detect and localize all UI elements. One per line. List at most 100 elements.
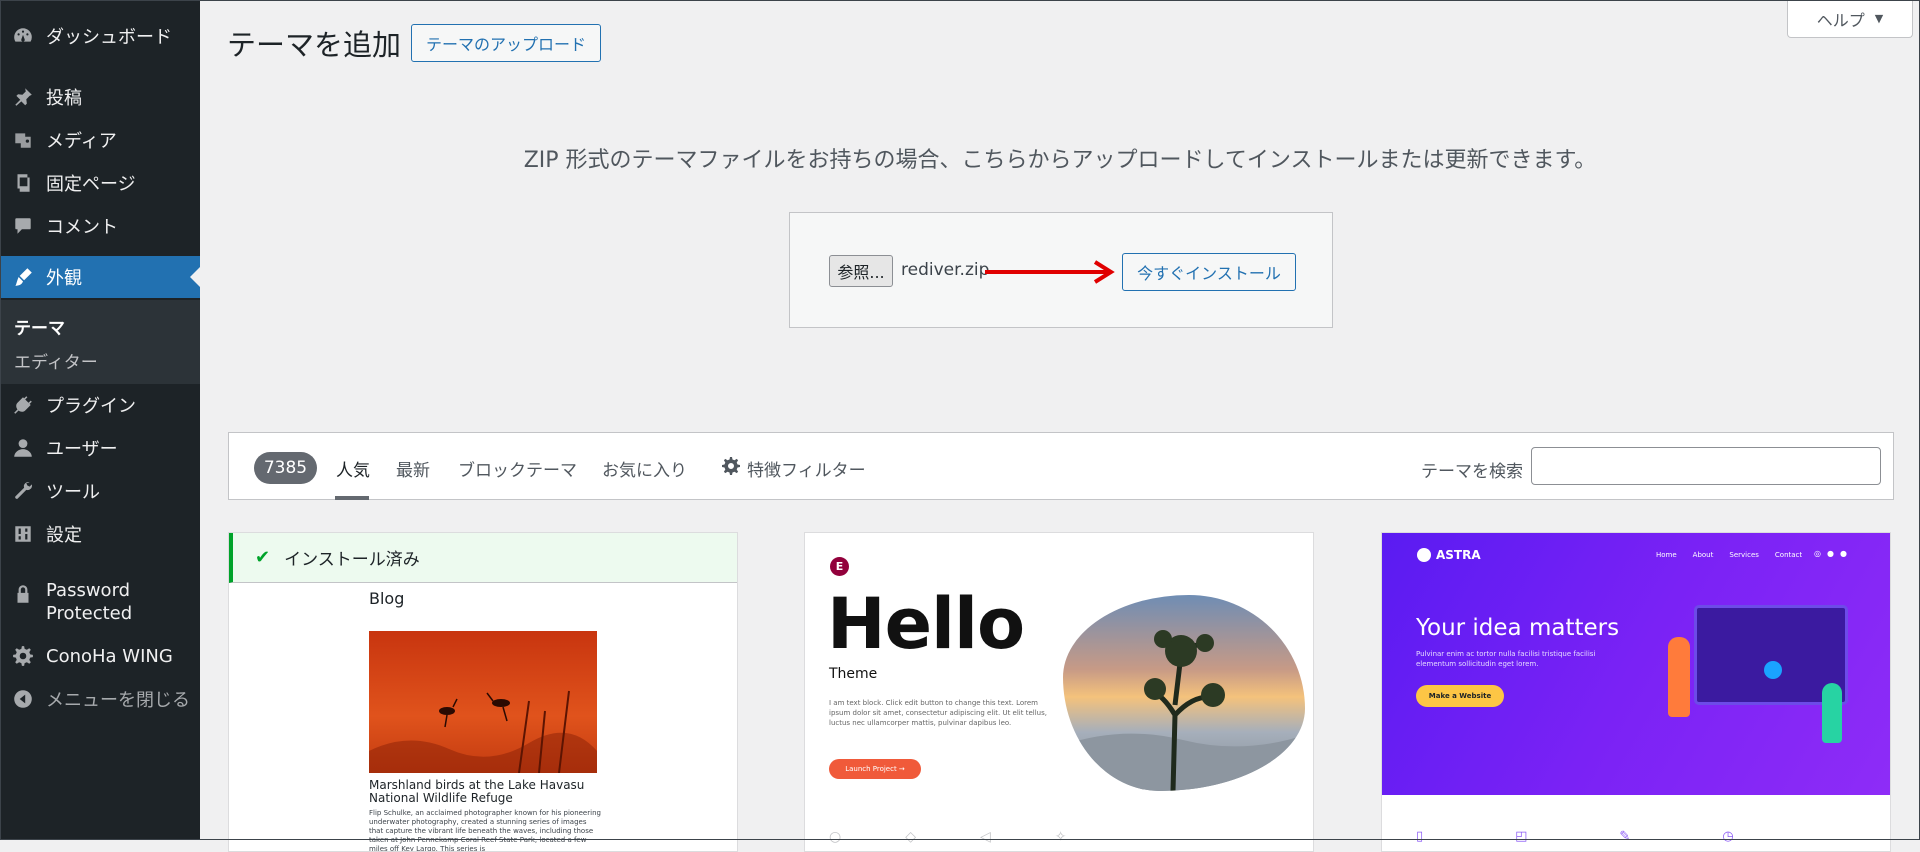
preview-nav: Home About Services Contact — [1656, 551, 1818, 559]
play-icon — [1764, 661, 1782, 679]
search-label: テーマを検索 — [1421, 462, 1523, 482]
checkmark-icon: ✔ — [255, 547, 271, 568]
gear-icon — [722, 457, 740, 475]
preview-title: Your idea matters — [1416, 615, 1620, 641]
sidebar-label: Password Protected — [46, 580, 133, 624]
sidebar-label: 投稿 — [46, 88, 82, 109]
sidebar-label: コメント — [46, 217, 118, 238]
brush-icon — [10, 264, 36, 290]
sidebar-item-settings[interactable]: 設定 — [0, 516, 200, 552]
theme-card-installed[interactable]: ✔ インストール済み Blog Marshland birds at the L… — [228, 532, 738, 852]
preview-image — [369, 631, 597, 774]
dashboard-icon — [10, 23, 36, 49]
sidebar-item-conoha-wing[interactable]: ConoHa WING — [0, 638, 200, 674]
gear-icon — [10, 643, 36, 669]
sidebar-item-password-protected[interactable]: Password Protected — [0, 579, 200, 631]
sidebar-label: ダッシュボード — [46, 27, 172, 48]
cactus-illustration — [1063, 630, 1305, 791]
installed-notice: ✔ インストール済み — [229, 533, 737, 583]
preview-button: Make a Website — [1416, 685, 1504, 707]
brand-name: ASTRA — [1436, 548, 1481, 562]
sidebar-collapse-button[interactable]: メニューを閉じる — [0, 681, 200, 717]
preview-feature-icons: ▯◰✎◷ — [1416, 829, 1826, 844]
preview-hero: ASTRA Home About Services Contact ◎●● Your … — [1382, 533, 1890, 795]
sidebar-item-comments[interactable]: コメント — [0, 208, 200, 244]
sidebar-label: 外観 — [46, 268, 82, 289]
comment-icon — [10, 213, 36, 239]
main-content: テーマを追加 テーマのアップロード ヘルプ ▼ ZIP 形式のテーマファイルをお… — [200, 0, 1920, 852]
pages-icon — [10, 170, 36, 196]
submenu-item-editor[interactable]: エディター — [14, 348, 98, 373]
tab-favorites[interactable]: お気に入り — [602, 456, 687, 481]
appearance-submenu: テーマ エディター — [0, 300, 200, 384]
upload-form: 参照... rediver.zip 今すぐインストール — [789, 212, 1333, 328]
preview-nav-item: About — [1692, 551, 1714, 559]
submenu-item-themes[interactable]: テーマ — [14, 314, 65, 339]
lock-icon — [10, 581, 36, 607]
theme-card-astra[interactable]: ASTRA Home About Services Contact ◎●● Your … — [1381, 532, 1891, 852]
selected-file-name: rediver.zip — [901, 260, 990, 280]
preview-caption: Marshland birds at the Lake Havasu Natio… — [369, 778, 585, 805]
upload-theme-button[interactable]: テーマのアップロード — [411, 24, 601, 62]
sidebar-label: ConoHa WING — [46, 645, 173, 667]
sidebar-label: プラグイン — [46, 396, 136, 417]
theme-card-hello[interactable]: E Hello Theme I am text block. Click edi… — [804, 532, 1314, 852]
birds-silhouette — [369, 690, 597, 774]
sidebar-item-pages[interactable]: 固定ページ — [0, 165, 200, 201]
preview-button: Launch Project → — [829, 759, 921, 779]
browse-file-button[interactable]: 参照... — [829, 255, 893, 287]
sidebar-item-plugins[interactable]: プラグイン — [0, 387, 200, 423]
pushpin-icon — [10, 84, 36, 110]
sidebar-item-media[interactable]: メディア — [0, 122, 200, 158]
user-icon — [10, 435, 36, 461]
astra-logo: ASTRA — [1417, 548, 1481, 562]
theme-count-badge: 7385 — [254, 452, 317, 484]
settings-icon — [10, 521, 36, 547]
cactus-image — [1063, 595, 1305, 791]
preview-nav-item: Home — [1656, 551, 1677, 559]
tab-latest[interactable]: 最新 — [396, 456, 430, 481]
astra-logo-icon — [1417, 548, 1431, 562]
preview-heading: Blog — [369, 589, 405, 608]
wrench-icon — [10, 478, 36, 504]
sidebar-item-appearance[interactable]: 外観 — [0, 256, 200, 298]
social-icons: ◎●● — [1814, 549, 1853, 558]
sidebar-label: ツール — [46, 482, 100, 503]
installed-label: インストール済み — [284, 550, 420, 570]
preview-body: I am text block. Click edit button to ch… — [829, 699, 1047, 727]
sidebar-item-tools[interactable]: ツール — [0, 473, 200, 509]
preview-title: Hello — [827, 583, 1025, 665]
person-illustration — [1668, 637, 1690, 717]
preview-body: Flip Schulke, an acclaimed photographer … — [369, 809, 601, 852]
preview-subtitle: Theme — [829, 666, 878, 682]
upload-description: ZIP 形式のテーマファイルをお持ちの場合、こちらからアップロードしてインストー… — [523, 148, 1597, 173]
theme-search-input[interactable] — [1531, 447, 1881, 485]
plugin-icon — [10, 392, 36, 418]
elementor-logo-icon: E — [830, 557, 849, 576]
sidebar-label: メニューを閉じる — [46, 690, 190, 711]
active-tab-indicator — [335, 496, 369, 500]
install-now-button[interactable]: 今すぐインストール — [1122, 253, 1296, 291]
help-label: ヘルプ — [1816, 10, 1865, 30]
preview-nav-item: Services — [1729, 551, 1759, 559]
tab-block-themes[interactable]: ブロックテーマ — [458, 456, 577, 481]
preview-body: Pulvinar enim ac tortor nulla facilisi t… — [1416, 650, 1596, 668]
preview-nav-item: Contact — [1774, 551, 1803, 559]
sidebar-label: 固定ページ — [46, 174, 136, 195]
sidebar-item-dashboard[interactable]: ダッシュボード — [0, 18, 200, 54]
preview-feature-icons: ○◇◁✧ — [829, 829, 1131, 845]
admin-sidebar: ダッシュボード 投稿 メディア 固定ページ コメント 外観 テーマ エディター … — [0, 0, 200, 840]
sidebar-label: 設定 — [46, 525, 82, 546]
sidebar-label: メディア — [46, 131, 117, 152]
sidebar-item-posts[interactable]: 投稿 — [0, 79, 200, 115]
red-arrow-icon — [985, 260, 1115, 284]
help-tab-button[interactable]: ヘルプ ▼ — [1787, 0, 1913, 38]
theme-filter-bar: 7385 人気 最新 ブロックテーマ お気に入り 特徴フィルター テーマを検索 — [228, 432, 1894, 500]
page-title: テーマを追加 — [227, 28, 402, 62]
feature-filter-button[interactable]: 特徴フィルター — [747, 456, 866, 481]
person-illustration — [1822, 683, 1842, 743]
media-icon — [10, 127, 36, 153]
sidebar-item-users[interactable]: ユーザー — [0, 430, 200, 466]
tab-popular[interactable]: 人気 — [336, 456, 370, 481]
sidebar-label: ユーザー — [46, 439, 118, 460]
